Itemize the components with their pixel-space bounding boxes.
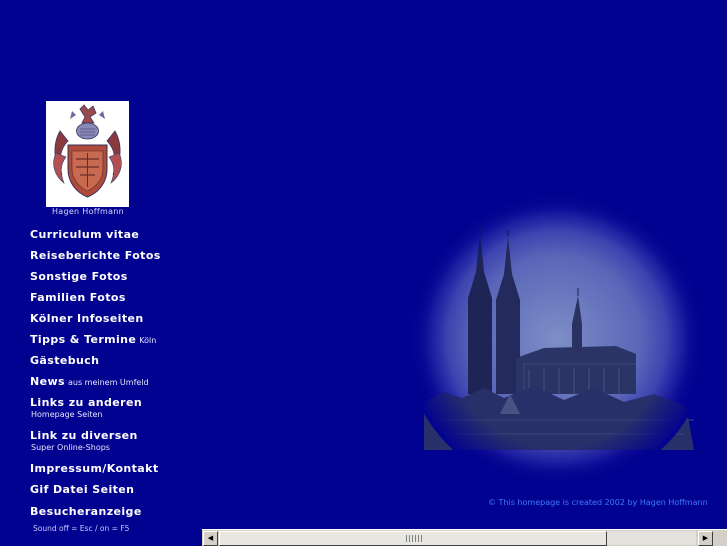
menu-item[interactable]: Gif Datei Seiten xyxy=(30,478,134,497)
menu-item[interactable]: Sonstige Fotos xyxy=(30,265,128,284)
menu-item[interactable]: Links zu anderen Homepage Seiten xyxy=(30,391,142,419)
scrollbar-thumb[interactable] xyxy=(219,531,607,546)
scrollbar-corner xyxy=(714,531,727,545)
menu-item-label: Tipps & Termine xyxy=(30,333,137,346)
menu-item-label: Familien Fotos xyxy=(30,291,126,304)
grip-icon xyxy=(406,535,422,542)
menu-item-label: Sonstige Fotos xyxy=(30,270,128,283)
coat-of-arms-icon xyxy=(53,104,122,198)
menu-item-label: Link zu diversen xyxy=(30,429,138,442)
menu-item-label: Gif Datei Seiten xyxy=(30,483,135,496)
menu-item-label: Kölner Infoseiten xyxy=(30,312,144,325)
scroll-right-button[interactable]: ▶ xyxy=(698,531,713,546)
page-background: Hagen Hoffmann Curriculum vitae Reiseberi… xyxy=(0,0,727,546)
menu-item[interactable]: Reiseberichte Fotos xyxy=(30,244,161,263)
menu-item-label: Curriculum vitae xyxy=(30,228,140,241)
menu-item-sublabel: Köln xyxy=(139,336,157,345)
menu-item-sublabel: Super Online-Shops xyxy=(31,443,110,452)
chevron-left-icon: ◀ xyxy=(207,534,214,542)
sound-hint: Sound off = Esc / on = F5 xyxy=(33,524,130,533)
menu-item-label: Gästebuch xyxy=(30,354,100,367)
crest-caption: Hagen Hoffmann xyxy=(51,207,125,216)
menu-item[interactable]: Gästebuch xyxy=(30,349,99,368)
menu-item-sublabel: Homepage Seiten xyxy=(31,410,103,419)
menu-item-label: Reiseberichte Fotos xyxy=(30,249,161,262)
menu-item[interactable]: Link zu diversen Super Online-Shops xyxy=(30,424,138,452)
menu-item-label: Besucheranzeige xyxy=(30,505,142,518)
menu-item[interactable]: News aus meinem Umfeld xyxy=(30,370,149,389)
copyright-text: © This homepage is created 2002 by Hagen… xyxy=(488,498,708,507)
horizontal-scrollbar[interactable]: ◀ ▶ xyxy=(202,529,727,546)
menu-item[interactable]: Impressum/Kontakt xyxy=(30,457,159,476)
scroll-left-button[interactable]: ◀ xyxy=(203,531,218,546)
menu-item[interactable]: Familien Fotos xyxy=(30,286,126,305)
chevron-right-icon: ▶ xyxy=(702,534,709,542)
menu-item-sublabel: aus meinem Umfeld xyxy=(67,378,149,387)
menu-item[interactable]: Tipps & Termine Köln xyxy=(30,328,156,347)
menu-item-label: Impressum/Kontakt xyxy=(30,462,159,475)
scrollbar-track[interactable] xyxy=(607,531,696,545)
menu-item[interactable]: Curriculum vitae xyxy=(30,223,139,242)
menu-item-label: News xyxy=(30,375,65,388)
menu-item[interactable]: Kölner Infoseiten xyxy=(30,307,144,326)
menu-item[interactable]: Besucheranzeige xyxy=(30,500,142,519)
menu-item-label: Links zu anderen xyxy=(30,396,143,409)
cologne-cathedral-image xyxy=(404,188,710,490)
family-crest-image[interactable] xyxy=(46,101,129,207)
